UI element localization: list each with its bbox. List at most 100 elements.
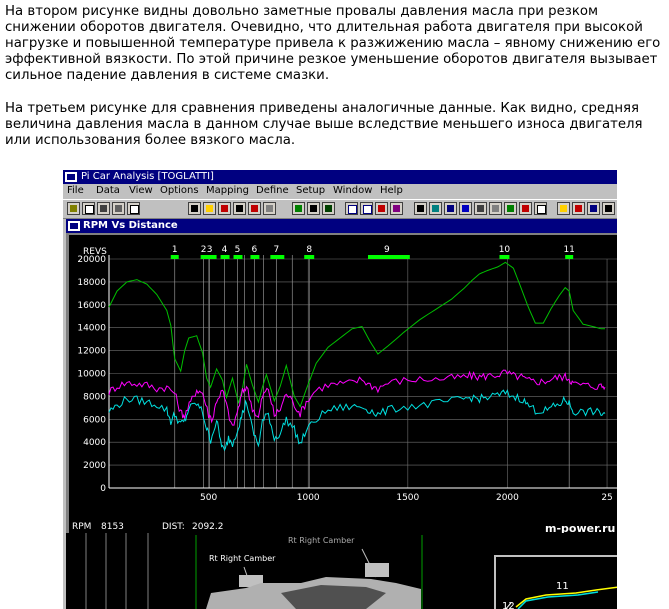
section-marker-label: 10	[499, 245, 511, 255]
y-axis-label: REVS	[83, 247, 107, 257]
section-marker-label: 2	[201, 245, 207, 255]
app-logo-icon	[65, 172, 77, 182]
menu-data[interactable]: Data	[96, 184, 120, 198]
y-tick-label: 10000	[77, 370, 106, 380]
cut-icon[interactable]	[97, 202, 110, 215]
tool-f-icon[interactable]	[263, 202, 276, 215]
section-marker-label: 6	[252, 245, 258, 255]
graph-b-icon[interactable]	[307, 202, 320, 215]
y-tick-label: 4000	[83, 438, 106, 448]
section-band	[367, 255, 410, 259]
chart-status-row: RPM 8153 DIST: 2092.2	[69, 521, 617, 533]
tool-b-icon[interactable]	[203, 202, 216, 215]
series-line	[108, 369, 606, 426]
zoom-out-icon[interactable]	[360, 202, 373, 215]
menu-file[interactable]: File	[67, 184, 84, 198]
y-tick-label: 2000	[83, 461, 106, 471]
x-tick-label: 500	[200, 493, 217, 503]
preview-icon[interactable]	[127, 202, 140, 215]
chart-window-title-bar[interactable]: RPM Vs Distance	[66, 219, 617, 233]
chart-window-title: RPM Vs Distance	[83, 220, 178, 231]
chart-a-icon[interactable]	[557, 202, 570, 215]
section-band	[200, 255, 217, 259]
rpm-distance-chart[interactable]: 2000018000160001400012000100008000600040…	[69, 235, 617, 521]
section-marker-label: 5	[235, 245, 241, 255]
section-marker-label: 1	[172, 245, 178, 255]
section-band	[499, 255, 510, 259]
section-marker-label: 3	[207, 245, 213, 255]
chart-b-icon[interactable]	[572, 202, 585, 215]
menu-view[interactable]: View	[129, 184, 153, 198]
map-i-icon[interactable]	[534, 202, 547, 215]
zoom-in-icon[interactable]	[345, 202, 358, 215]
series-line	[108, 389, 606, 452]
section-marker-label: 7	[273, 245, 279, 255]
map-h-icon[interactable]	[519, 202, 532, 215]
graph-a-icon[interactable]	[292, 202, 305, 215]
x-tick-label: 25	[601, 493, 612, 503]
tool-c-icon[interactable]	[218, 202, 231, 215]
copy-icon[interactable]	[82, 202, 95, 215]
y-tick-label: 8000	[83, 392, 106, 402]
app-title-bar[interactable]: Pi Car Analysis [TOGLATTI]	[63, 170, 617, 184]
camber-label-top: Rt Right Camber	[288, 536, 355, 545]
article-paragraph-2: На третьем рисунке для сравнения приведе…	[5, 101, 643, 148]
map-d-icon[interactable]	[459, 202, 472, 215]
track-marker-12: 12	[502, 601, 515, 609]
section-marker-label: 8	[306, 245, 312, 255]
menu-mapping[interactable]: Mapping	[206, 184, 249, 198]
tool-a-icon[interactable]	[188, 202, 201, 215]
map-a-icon[interactable]	[414, 202, 427, 215]
article-paragraph-1: На втором рисунке видны довольно заметны…	[5, 4, 661, 83]
section-band	[233, 255, 243, 259]
app-title: Pi Car Analysis [TOGLATTI]	[81, 171, 214, 182]
section-band	[220, 255, 230, 259]
rpm-readout-value: 8153	[101, 522, 124, 532]
map-f-icon[interactable]	[489, 202, 502, 215]
graph-c-icon[interactable]	[322, 202, 335, 215]
toolbar	[63, 199, 617, 219]
menu-help[interactable]: Help	[380, 184, 403, 198]
section-band	[304, 255, 315, 259]
chart-window-icon	[68, 221, 80, 231]
section-band	[270, 255, 285, 259]
app-window: Pi Car Analysis [TOGLATTI] File Data Vie…	[63, 170, 617, 609]
x-tick-label: 2000	[496, 493, 519, 503]
menu-bar: File Data View Options Mapping Define Se…	[63, 184, 617, 198]
section-band	[170, 255, 179, 259]
map-g-icon[interactable]	[504, 202, 517, 215]
section-marker-label: 9	[384, 245, 390, 255]
rpm-readout-label: RPM	[72, 522, 92, 532]
dist-readout-value: 2092.2	[192, 522, 224, 532]
print-icon[interactable]	[112, 202, 125, 215]
chart-d-icon[interactable]	[602, 202, 615, 215]
y-tick-label: 0	[100, 484, 106, 494]
map-b-icon[interactable]	[429, 202, 442, 215]
map-e-icon[interactable]	[474, 202, 487, 215]
map-c-icon[interactable]	[444, 202, 457, 215]
y-tick-label: 6000	[83, 415, 106, 425]
y-tick-label: 18000	[77, 278, 106, 288]
tool-e-icon[interactable]	[248, 202, 261, 215]
zoom-box-icon[interactable]	[375, 202, 388, 215]
y-tick-label: 14000	[77, 324, 106, 334]
section-marker-label: 4	[222, 245, 228, 255]
open-file-icon[interactable]	[67, 202, 80, 215]
zoom-all-icon[interactable]	[390, 202, 403, 215]
track-marker-11: 11	[556, 581, 569, 592]
track-map-window[interactable]: 11 12	[494, 555, 617, 609]
section-band	[565, 255, 574, 259]
dist-readout-label: DIST:	[162, 522, 185, 532]
menu-options[interactable]: Options	[160, 184, 199, 198]
chart-c-icon[interactable]	[587, 202, 600, 215]
y-tick-label: 12000	[77, 347, 106, 357]
tool-d-icon[interactable]	[233, 202, 246, 215]
menu-setup[interactable]: Setup	[296, 184, 325, 198]
x-tick-label: 1500	[396, 493, 419, 503]
section-marker-label: 11	[563, 245, 574, 255]
menu-window[interactable]: Window	[333, 184, 372, 198]
menu-define[interactable]: Define	[256, 184, 289, 198]
camber-label: Rt Right Camber	[209, 554, 276, 563]
section-band	[250, 255, 260, 259]
y-tick-label: 16000	[77, 301, 106, 311]
